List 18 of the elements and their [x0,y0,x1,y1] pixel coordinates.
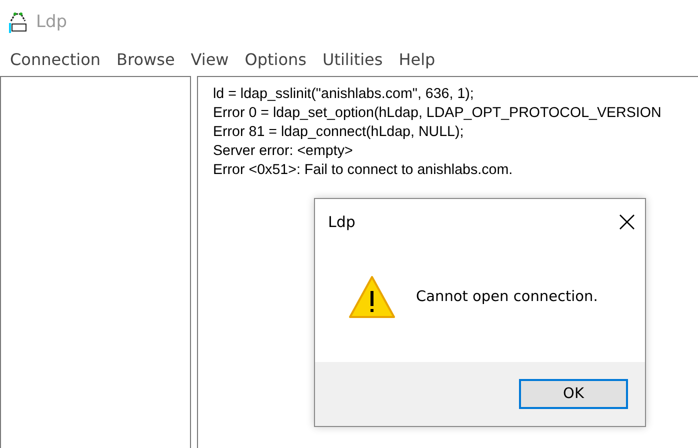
menu-item[interactable]: Utilities [314,50,391,69]
dialog-title: Ldp [328,213,356,231]
window-title: Ldp [36,12,68,32]
dialog-message: Cannot open connection. [416,288,598,304]
log-line: Error <0x51>: Fail to connect to anishlabs.com. [213,161,514,180]
menu-item[interactable]: Browse [108,50,183,69]
menu-item[interactable]: Connection [2,50,109,69]
log-line: Error 0 = ldap_set_option(hLdap, LDAP_OPT_PROTOCOL_VERSION [213,104,662,123]
menu-item[interactable]: Options [236,50,314,69]
ok-button[interactable]: OK [519,379,628,409]
log-line: ld = ldap_sslinit("anishlabs.com", 636, 1); [213,85,475,104]
close-icon[interactable] [619,214,635,230]
menu-item[interactable]: Help [390,50,444,69]
log-line: Server error: <empty> [213,142,354,161]
app-icon [8,11,28,33]
warning-icon [348,274,396,318]
log-line: Error 81 = ldap_connect(hLdap, NULL); [213,123,465,142]
menu-item[interactable]: View [182,50,237,69]
